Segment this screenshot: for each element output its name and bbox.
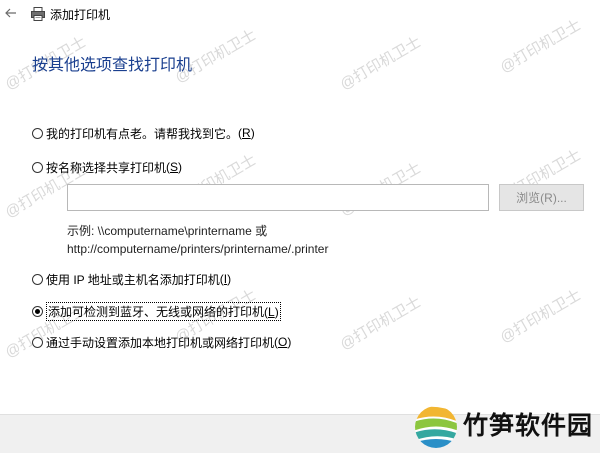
option-hotkey: I xyxy=(223,272,228,286)
watermark: @打印机卫士 xyxy=(337,33,424,94)
option-label: 我的打印机有点老。请帮我找到它。 xyxy=(46,126,239,141)
option-label: 使用 IP 地址或主机名添加打印机 xyxy=(46,272,220,287)
window-title: 添加打印机 xyxy=(50,8,111,22)
title-bar: 添加打印机 xyxy=(0,0,600,30)
option-hotkey: L xyxy=(268,304,275,319)
brand-name: 竹笋软件园 xyxy=(463,412,594,440)
radio-option-ip-address[interactable]: 使用 IP 地址或主机名添加打印机 (I) xyxy=(32,270,231,288)
option-label: 通过手动设置添加本地打印机或网络打印机 xyxy=(46,335,275,350)
option-hotkey: R xyxy=(242,126,251,140)
radio-button[interactable] xyxy=(32,161,43,173)
radio-button[interactable] xyxy=(32,336,43,348)
option-hotkey: O xyxy=(278,335,288,349)
page-heading: 按其他选项查找打印机 xyxy=(32,57,193,74)
radio-option-manual-settings[interactable]: 通过手动设置添加本地打印机或网络打印机 (O) xyxy=(32,333,291,351)
radio-button[interactable] xyxy=(32,305,43,317)
printer-icon xyxy=(30,6,46,22)
watermark: @打印机卫士 xyxy=(497,286,584,347)
example-line: 示例: \\computername\printername 或 xyxy=(67,224,268,238)
option-label: 添加可检测到蓝牙、无线或网络的打印机 xyxy=(48,304,265,319)
radio-option-shared-printer[interactable]: 按名称选择共享打印机 (S) xyxy=(32,158,182,176)
example-text: 示例: \\computername\printername 或 http://… xyxy=(67,222,328,258)
option-label: 按名称选择共享打印机 xyxy=(46,160,167,175)
radio-button[interactable] xyxy=(32,127,43,139)
watermark: @打印机卫士 xyxy=(337,293,424,354)
bamboo-logo-icon xyxy=(413,404,459,450)
printer-name-input[interactable] xyxy=(67,184,489,211)
radio-option-old-printer[interactable]: 我的打印机有点老。请帮我找到它。 (R) xyxy=(32,124,255,142)
browse-button[interactable]: 浏览(R)... xyxy=(499,184,584,211)
radio-button[interactable] xyxy=(32,273,43,285)
option-hotkey: S xyxy=(170,160,179,174)
radio-option-bluetooth-wireless[interactable]: 添加可检测到蓝牙、无线或网络的打印机(L) xyxy=(32,301,281,321)
back-arrow-icon[interactable] xyxy=(4,6,18,20)
example-line: http://computername/printers/printername… xyxy=(67,242,329,256)
